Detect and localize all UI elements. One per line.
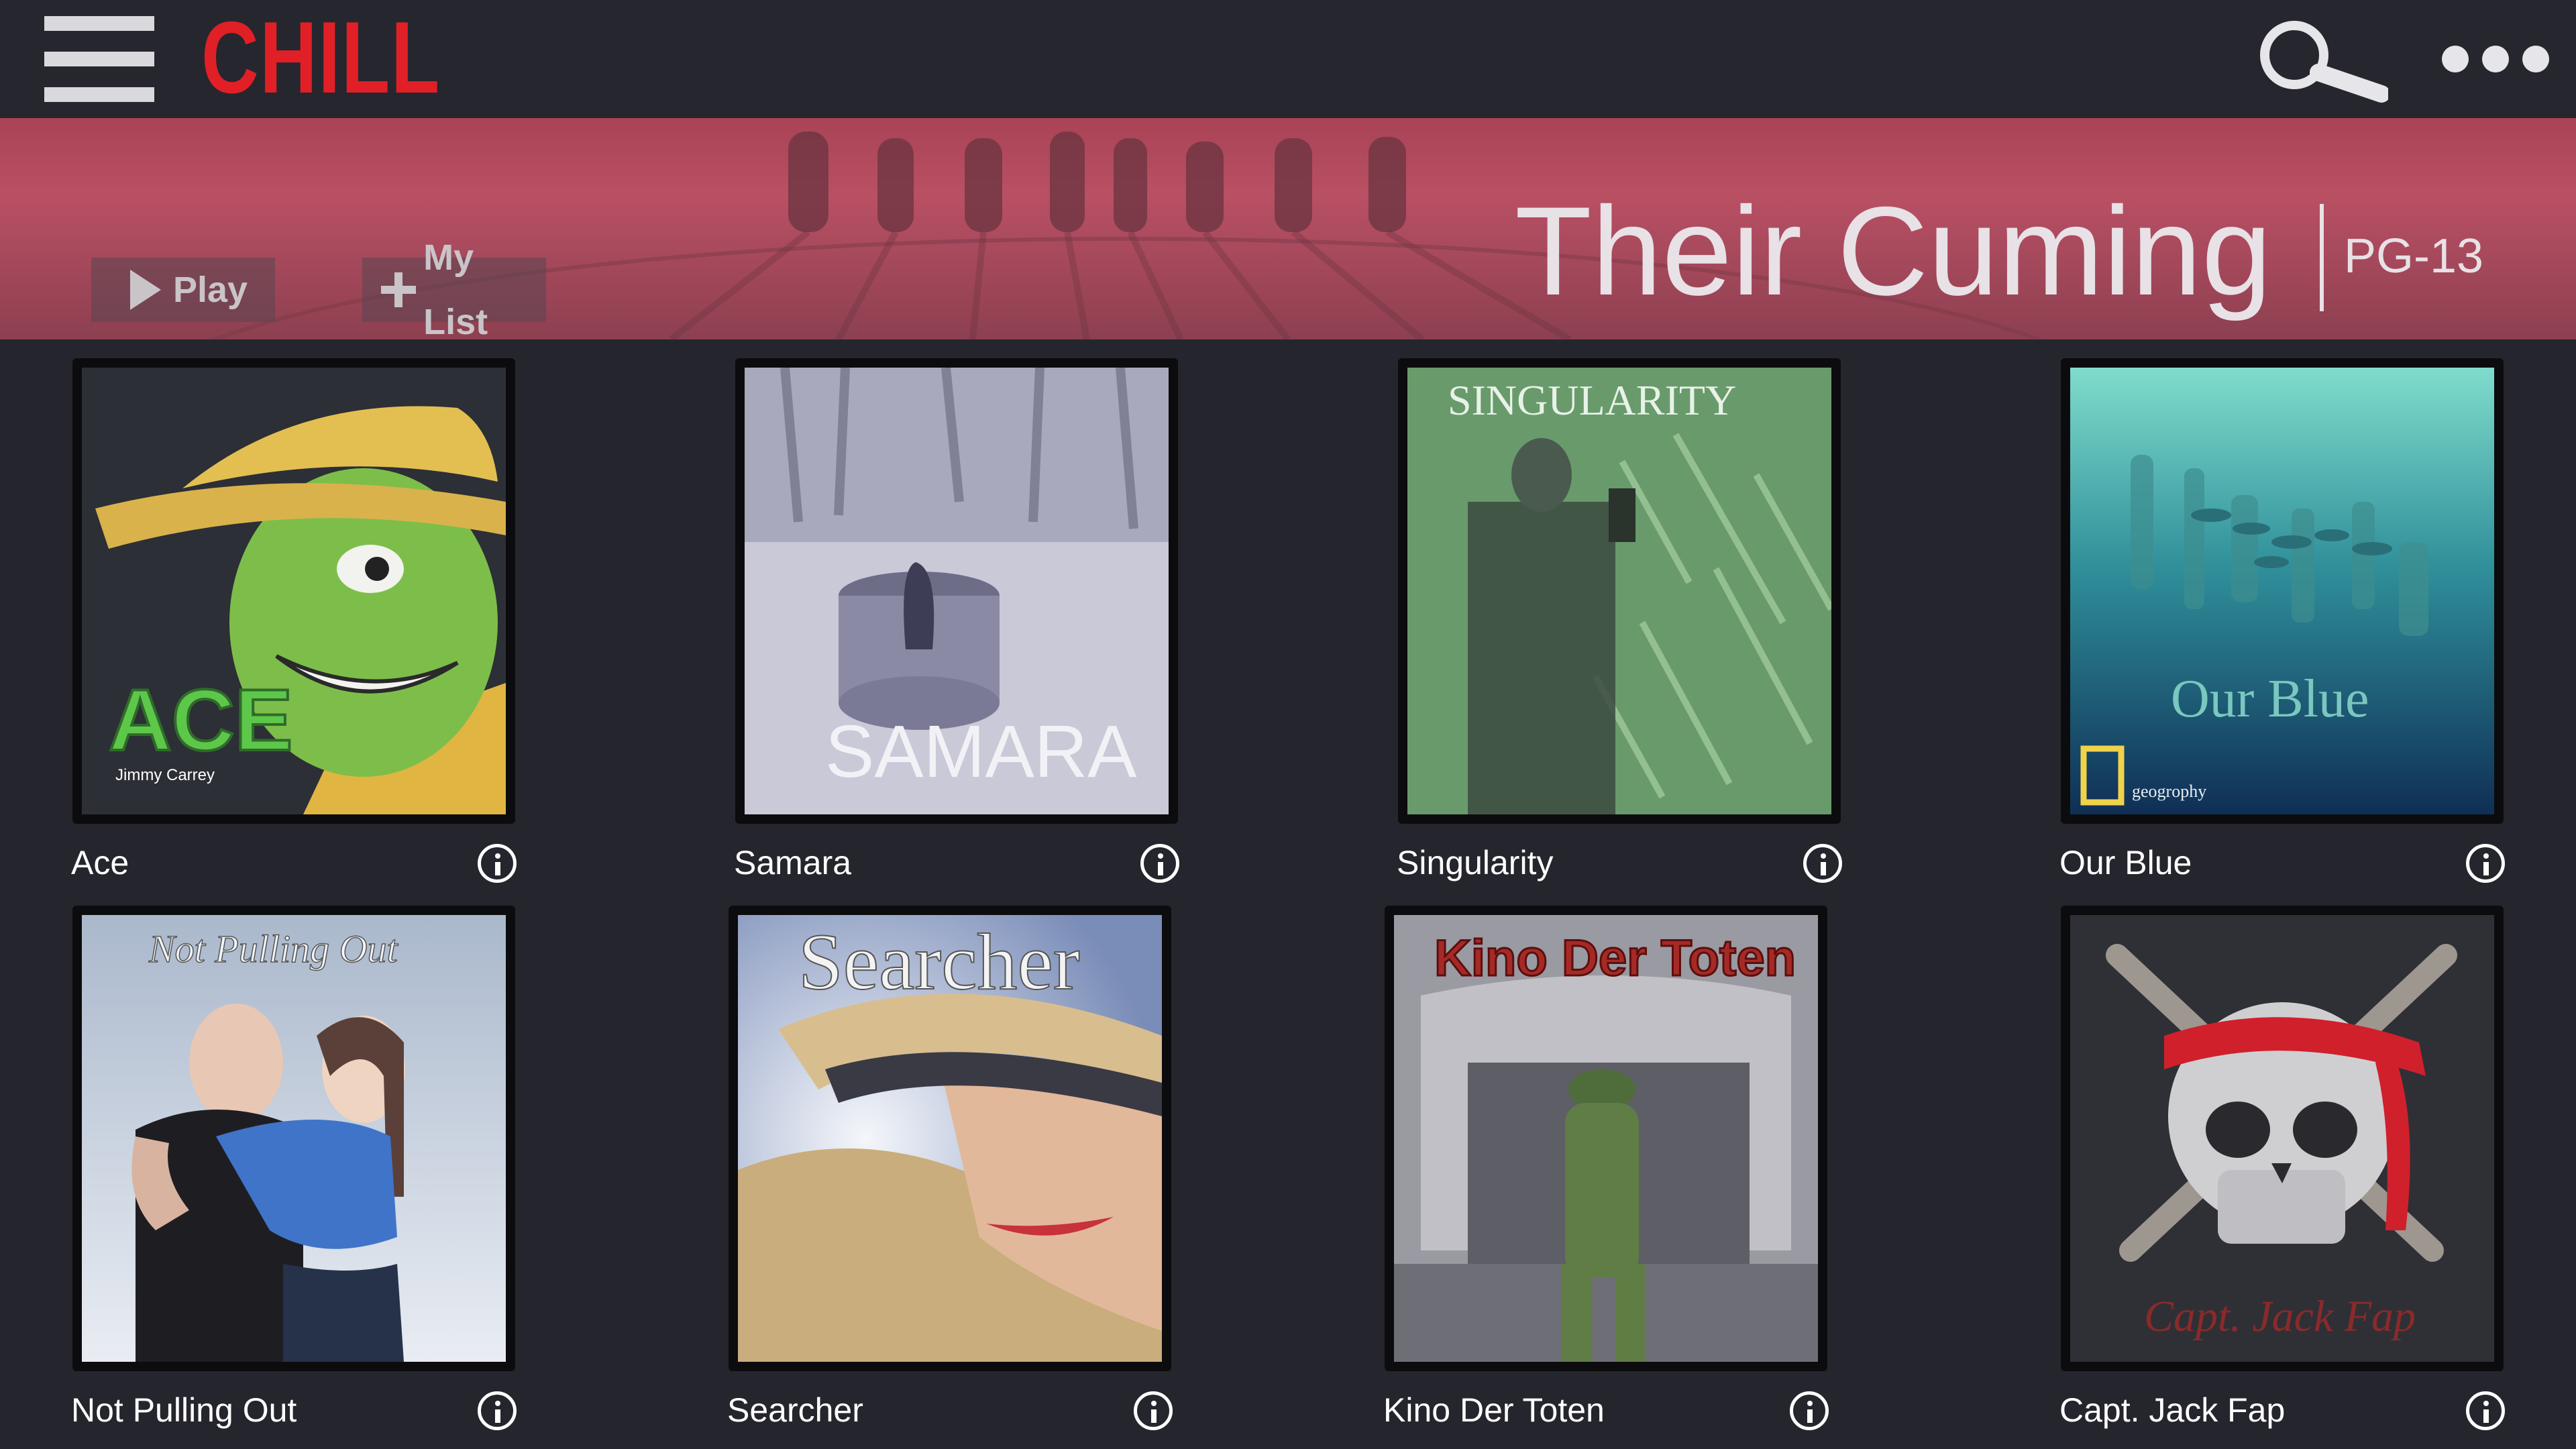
poster-kino-der-toten[interactable]: Kino Der Toten xyxy=(1385,906,1827,1371)
poster-text: Capt. Jack Fap xyxy=(2144,1292,2416,1341)
poster-art: ACE Jimmy Carrey xyxy=(82,368,506,814)
title-label[interactable]: Samara xyxy=(734,843,851,883)
search-icon[interactable] xyxy=(2254,16,2390,103)
poster-text: SAMARA xyxy=(825,710,1137,793)
app-logo[interactable]: CHILL xyxy=(201,4,441,111)
hero-banner: Play My List Their Cuming PG-13 xyxy=(0,118,2576,339)
title-label[interactable]: Singularity xyxy=(1397,843,1553,883)
poster-searcher[interactable]: Searcher xyxy=(729,906,1171,1371)
info-icon[interactable] xyxy=(1134,1391,1173,1430)
poster-our-blue[interactable]: Our Blue geogrophy xyxy=(2061,358,2504,824)
app-root: CHILL Play My List Their Cuming PG-13 AC… xyxy=(0,0,2576,1449)
poster-art: Our Blue geogrophy xyxy=(2070,368,2494,814)
title-separator xyxy=(2320,204,2324,311)
top-bar: CHILL xyxy=(0,0,2576,118)
play-button[interactable]: Play xyxy=(91,258,275,322)
poster-text: Our Blue xyxy=(2171,669,2369,729)
my-list-label: My List xyxy=(423,237,488,339)
info-icon[interactable] xyxy=(2466,844,2505,883)
info-icon[interactable] xyxy=(1790,1391,1829,1430)
hero-title: Their Cuming xyxy=(1515,180,2272,321)
info-icon[interactable] xyxy=(478,844,517,883)
title-label[interactable]: Kino Der Toten xyxy=(1383,1390,1605,1430)
title-label[interactable]: Searcher xyxy=(727,1390,863,1430)
hamburger-menu-icon[interactable] xyxy=(44,16,154,102)
poster-art: Capt. Jack Fap xyxy=(2070,915,2494,1362)
poster-art: SAMARA xyxy=(745,368,1169,814)
poster-capt-jack-fap[interactable]: Capt. Jack Fap xyxy=(2061,906,2504,1371)
poster-subtext: geogrophy xyxy=(2132,782,2206,801)
poster-art: SINGULARITY xyxy=(1407,368,1831,814)
poster-singularity[interactable]: SINGULARITY xyxy=(1398,358,1841,824)
plus-icon xyxy=(381,272,417,307)
poster-text: Not Pulling Out xyxy=(148,927,398,971)
poster-text: Searcher xyxy=(798,917,1080,1006)
title-label[interactable]: Not Pulling Out xyxy=(71,1390,297,1430)
poster-samara[interactable]: SAMARA xyxy=(735,358,1178,824)
poster-text: SINGULARITY xyxy=(1448,376,1736,424)
more-options-icon[interactable] xyxy=(2442,40,2549,78)
poster-text: ACE xyxy=(109,671,292,769)
rating-badge: PG-13 xyxy=(2344,229,2484,283)
poster-subtext: Jimmy Carrey xyxy=(115,766,215,784)
title-label[interactable]: Capt. Jack Fap xyxy=(2059,1390,2285,1430)
poster-not-pulling-out[interactable]: Not Pulling Out xyxy=(72,906,515,1371)
info-icon[interactable] xyxy=(2466,1391,2505,1430)
info-icon[interactable] xyxy=(1803,844,1842,883)
title-label[interactable]: Ace xyxy=(71,843,129,883)
my-list-button[interactable]: My List xyxy=(362,237,546,339)
poster-text: Kino Der Toten xyxy=(1434,930,1796,987)
info-icon[interactable] xyxy=(1140,844,1179,883)
poster-art: Kino Der Toten xyxy=(1394,915,1818,1362)
poster-art: Not Pulling Out xyxy=(82,915,506,1362)
play-icon xyxy=(130,270,161,310)
play-label: Play xyxy=(173,270,248,310)
poster-art: Searcher xyxy=(738,915,1162,1362)
title-label[interactable]: Our Blue xyxy=(2059,843,2192,883)
poster-ace[interactable]: ACE Jimmy Carrey xyxy=(72,358,515,824)
info-icon[interactable] xyxy=(478,1391,517,1430)
